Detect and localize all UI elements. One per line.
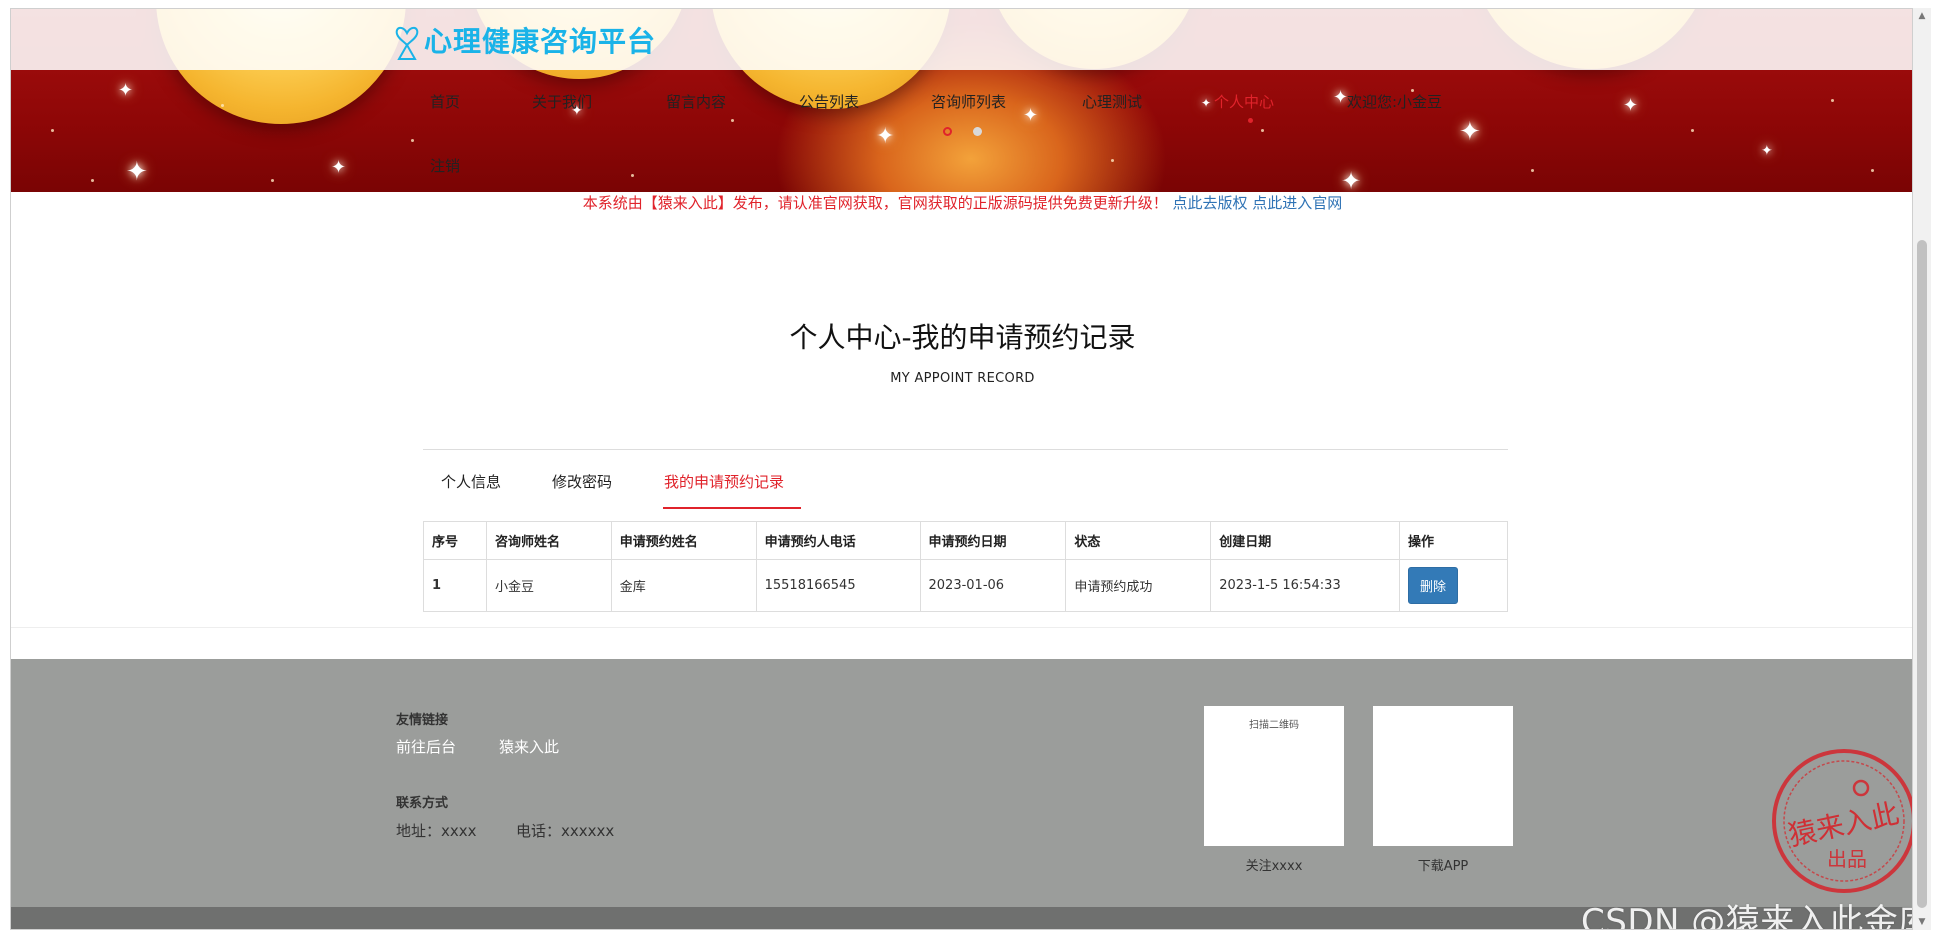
cell-phone: 15518166545 — [755, 559, 921, 612]
page-subtitle: MY APPOINT RECORD — [890, 371, 1035, 386]
qr-caption-app: 下载APP — [1417, 859, 1469, 874]
tab-my-appointments[interactable]: 我的申请预约记录 — [664, 471, 784, 492]
footer-link-yuanlai[interactable]: 猿来入此 — [499, 736, 559, 757]
nav-item-messages[interactable]: 留言内容 — [666, 91, 726, 112]
column-header: 状态 — [1065, 521, 1212, 560]
cell-counselor: 小金豆 — [485, 559, 612, 612]
copyright-notice: 本系统由【猿来入此】发布，请认准官网获取，官网获取的正版源码提供免费更新升级！ … — [11, 192, 1912, 213]
copyright-link[interactable]: 点此去版权 — [1172, 194, 1247, 212]
cell-created: 2023-1-5 16:54:33 — [1210, 559, 1401, 612]
tab-personal-info[interactable]: 个人信息 — [441, 471, 501, 492]
page-title: 个人中心-我的申请预约记录 — [789, 321, 1136, 354]
site-logo[interactable]: 心理健康咨询平台 — [394, 19, 656, 61]
column-header: 创建日期 — [1210, 521, 1401, 560]
seal-stamp-icon: 猿来入此 出品 — [1772, 749, 1912, 893]
contact-address: 地址：xxxx — [396, 822, 477, 840]
svg-text:出品: 出品 — [1827, 847, 1867, 871]
appointment-table: 序号 咨询师姓名 申请预约姓名 申请预约人电话 申请预约日期 状态 创建日期 操… — [423, 521, 1508, 612]
tab-change-password[interactable]: 修改密码 — [552, 471, 612, 492]
qr-caption-follow: 关注xxxx — [1245, 859, 1303, 874]
top-bar: 心理健康咨询平台 — [11, 9, 1912, 70]
friend-links-heading: 友情链接 — [396, 713, 449, 728]
nav-item-notices[interactable]: 公告列表 — [799, 91, 859, 112]
column-header: 申请预约姓名 — [610, 521, 757, 560]
footer-link-admin[interactable]: 前往后台 — [396, 736, 456, 757]
seal-stamp: 猿来入此 出品 — [1769, 746, 1912, 896]
notice-text: 本系统由【猿来入此】发布，请认准官网获取，官网获取的正版源码提供免费更新升级！ — [582, 194, 1168, 212]
scroll-down-icon[interactable]: ▼ — [1913, 914, 1931, 930]
nav-active-indicator — [1248, 118, 1253, 123]
delete-button[interactable]: 删除 — [1408, 567, 1459, 604]
column-header: 申请预约日期 — [919, 521, 1067, 560]
site-footer: 友情链接 前往后台 猿来入此 联系方式 地址：xxxx 电话：xxxxxx 扫描… — [11, 659, 1912, 907]
cell-index: 1 — [423, 559, 487, 612]
main-nav: 首页 关于我们 留言内容 公告列表 咨询师列表 心理测试 个人中心 欢迎您:小金… — [11, 75, 1912, 195]
official-site-link[interactable]: 点此进入官网 — [1252, 194, 1342, 212]
nav-item-about[interactable]: 关于我们 — [532, 91, 592, 112]
qr-title: 扫描二维码 — [1249, 720, 1299, 731]
nav-item-welcome[interactable]: 欢迎您:小金豆 — [1347, 91, 1442, 112]
cell-applicant: 金库 — [610, 559, 757, 612]
heart-logo-icon — [395, 26, 419, 60]
active-tab-underline — [663, 507, 801, 509]
scrollbar-thumb[interactable] — [1917, 240, 1927, 908]
nav-item-profile[interactable]: 个人中心 — [1214, 91, 1274, 112]
contact-phone: 电话：xxxxxx — [516, 822, 615, 840]
csdn-watermark: CSDN @猿来入此金库 — [1581, 902, 1913, 930]
cell-status: 申请预约成功 — [1065, 559, 1212, 612]
content-divider — [11, 627, 1912, 628]
tabs-divider — [423, 449, 1508, 450]
svg-text:猿来入此: 猿来入此 — [1785, 797, 1901, 853]
page-scrollbar[interactable]: ▲ ▼ — [1913, 8, 1931, 930]
contact-heading: 联系方式 — [396, 796, 449, 811]
site-title: 心理健康咨询平台 — [424, 25, 657, 58]
column-header: 咨询师姓名 — [485, 521, 612, 560]
nav-item-logout[interactable]: 注销 — [430, 155, 460, 176]
cell-date: 2023-01-06 — [919, 559, 1067, 612]
qr-code-follow: 扫描二维码 — [1204, 706, 1344, 846]
nav-item-tests[interactable]: 心理测试 — [1082, 91, 1142, 112]
table-header-row: 序号 咨询师姓名 申请预约姓名 申请预约人电话 申请预约日期 状态 创建日期 操… — [423, 521, 1508, 560]
column-header: 申请预约人电话 — [755, 521, 921, 560]
cell-actions: 删除 — [1399, 559, 1508, 612]
nav-item-home[interactable]: 首页 — [430, 91, 460, 112]
qr-code-app — [1373, 706, 1513, 846]
column-header: 操作 — [1399, 521, 1508, 560]
browser-viewport: ✦ ✦ ✦ ✦ ✦ ✦ ✦ ✦ ✦ ✦ ✦ ✦ 心理健康咨询平台 首页 关于我们… — [10, 8, 1913, 930]
nav-item-counselors[interactable]: 咨询师列表 — [931, 91, 1006, 112]
column-header: 序号 — [423, 521, 487, 560]
table-row: 1 小金豆 金库 15518166545 2023-01-06 申请预约成功 2… — [423, 559, 1508, 612]
scroll-up-icon[interactable]: ▲ — [1913, 8, 1931, 24]
